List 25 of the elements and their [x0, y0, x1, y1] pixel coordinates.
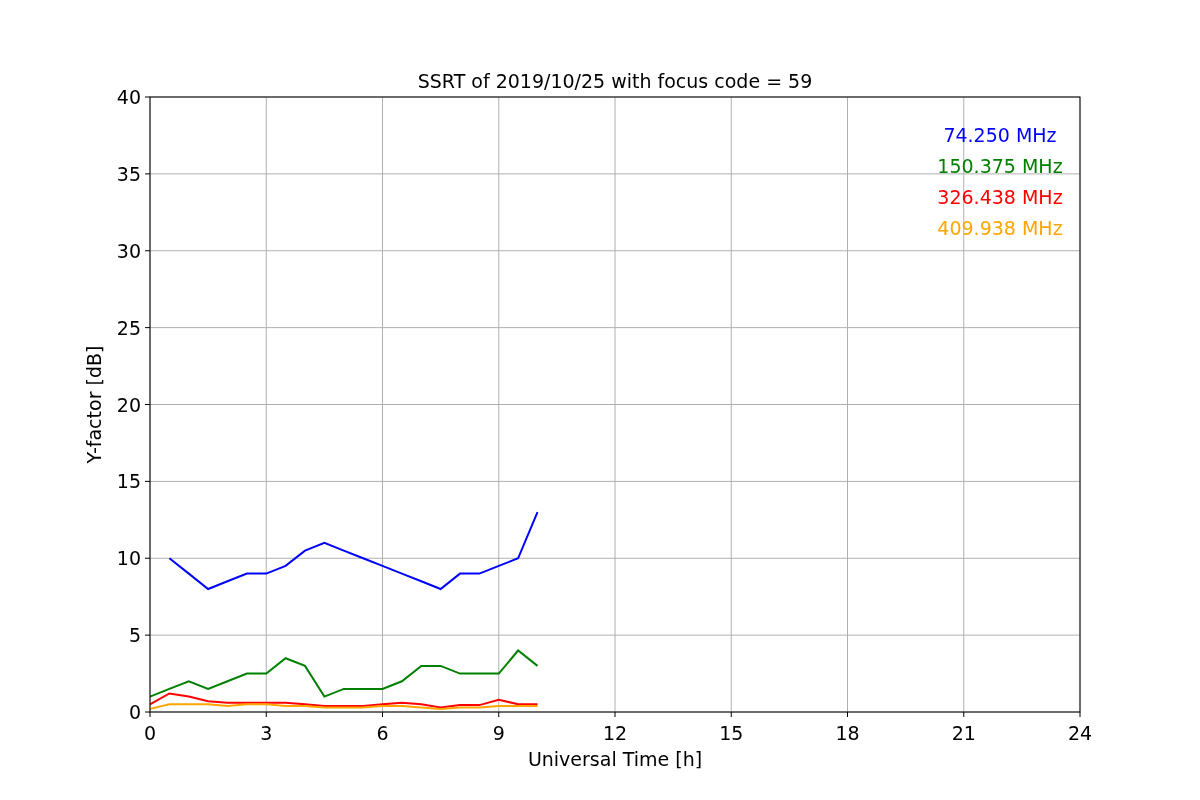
x-tick-label: 6: [376, 722, 389, 744]
legend-label: 150.375 MHz: [937, 155, 1063, 177]
legend-label: 409.938 MHz: [937, 217, 1063, 239]
x-tick-label: 24: [1067, 722, 1093, 744]
legend-label: 74.250 MHz: [943, 124, 1057, 146]
y-tick-label: 25: [116, 316, 141, 339]
y-tick-label: 20: [116, 393, 141, 416]
x-tick-label: 9: [492, 722, 505, 744]
y-axis-label: Y-factor [dB]: [83, 345, 105, 464]
chart-title: SSRT of 2019/10/25 with focus code = 59: [417, 70, 813, 92]
x-tick-label: 15: [719, 722, 744, 744]
x-axis-label: Universal Time [h]: [527, 748, 703, 770]
x-tick-label: 12: [602, 722, 628, 744]
x-tick-label: 18: [835, 722, 860, 744]
x-tick-label: 21: [951, 722, 976, 744]
y-tick-label: 10: [116, 547, 141, 570]
y-tick-label: 40: [116, 86, 141, 108]
y-tick-label: 15: [116, 470, 141, 493]
y-tick-label: 5: [128, 624, 141, 647]
legend-label: 326.438 MHz: [937, 186, 1063, 208]
y-tick-label: 30: [116, 239, 141, 262]
x-tick-label: 3: [260, 722, 273, 744]
x-tick-label: 0: [143, 722, 157, 744]
y-tick-label: 35: [116, 162, 141, 185]
y-tick-label: 0: [128, 701, 141, 723]
